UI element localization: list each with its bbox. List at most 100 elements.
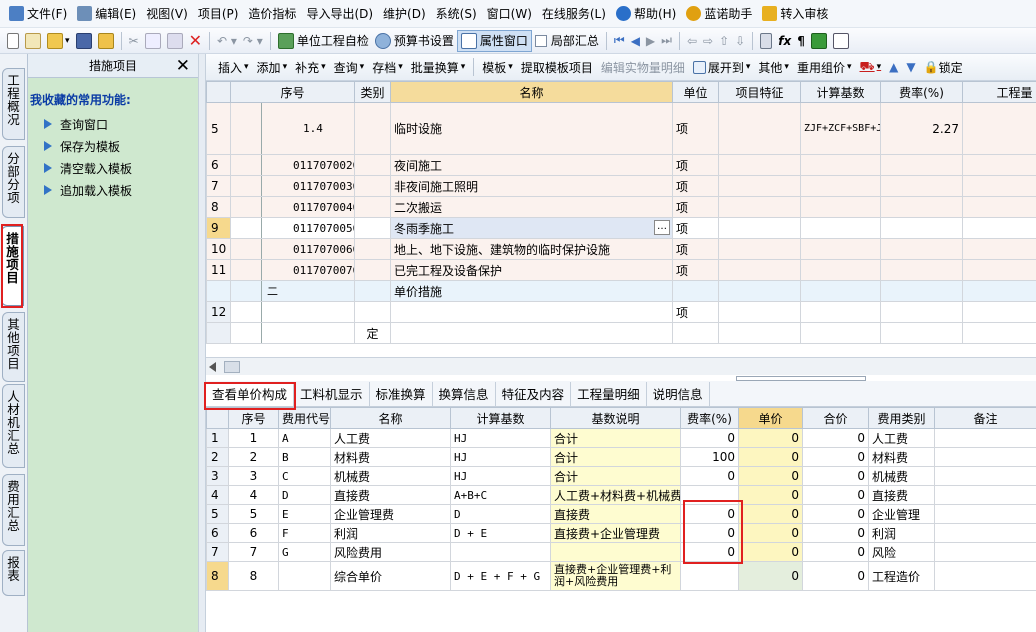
paste-icon[interactable]: [164, 30, 186, 52]
menu-item[interactable]: 窗口(W): [482, 2, 537, 26]
unit-price-cell-4[interactable]: HJ: [450, 466, 551, 486]
header-seq[interactable]: 序号: [230, 81, 355, 103]
unit-price-cell-1[interactable]: 8: [228, 561, 279, 591]
table-row[interactable]: 7 7 G 风险费用 0 0 0 风险: [206, 542, 1036, 562]
cell-rate[interactable]: [880, 238, 963, 260]
unit-price-cell-6[interactable]: [680, 561, 739, 591]
paragraph-icon[interactable]: ¶: [794, 30, 808, 52]
move-down-icon[interactable]: ▼: [902, 56, 919, 78]
fav-item-clear-load-template[interactable]: 清空载入模板: [28, 157, 198, 179]
table-row[interactable]: 12 项: [206, 301, 1036, 323]
cell-name[interactable]: [390, 301, 673, 323]
cell-qty[interactable]: [962, 280, 1036, 302]
menu-item[interactable]: 编辑(E): [72, 2, 141, 26]
unit-price-cell-1[interactable]: 7: [228, 542, 279, 562]
table-row[interactable]: 3 3 C 机械费 HJ 合计 0 0 0 机械费: [206, 466, 1036, 486]
cell-unit[interactable]: 项: [672, 217, 719, 239]
prev-record-icon[interactable]: ◀: [628, 30, 643, 52]
cell-cat[interactable]: [354, 217, 391, 239]
unit-price-cell-9[interactable]: 企业管理: [868, 504, 935, 524]
scroll-left-icon[interactable]: [209, 362, 216, 372]
unit-price-cell-5[interactable]: 合计: [550, 466, 681, 486]
cell-rate[interactable]: [880, 301, 963, 323]
tab-detail-2[interactable]: 标准换算: [370, 381, 433, 406]
table-row[interactable]: 7011707003001 非夜间施工照明项: [206, 175, 1036, 197]
unit-price-cell-4[interactable]: [450, 542, 551, 562]
tab-detail-5[interactable]: 工程量明细: [571, 381, 647, 406]
unit-price-cell-6[interactable]: 100: [680, 447, 739, 467]
unit-price-cell-9[interactable]: 人工费: [868, 428, 935, 448]
table-row[interactable]: 1 1 A 人工费 HJ 合计 0 0 0 人工费: [206, 428, 1036, 448]
cell-cat[interactable]: [354, 301, 391, 323]
cell-feature[interactable]: [718, 196, 801, 218]
cell-rate[interactable]: [880, 259, 963, 281]
unit-price-header-5[interactable]: 基数说明: [550, 407, 681, 429]
move-left-icon[interactable]: ⇦: [684, 30, 700, 52]
tab-cost-summary[interactable]: 费用汇总: [2, 474, 25, 546]
tab-measures[interactable]: 措施项目: [1, 226, 24, 306]
unit-price-cell-4[interactable]: A+B+C: [450, 485, 551, 505]
unit-price-cell-2[interactable]: [278, 561, 331, 591]
unit-price-cell-4[interactable]: HJ: [450, 428, 551, 448]
unit-price-cell-2[interactable]: A: [278, 428, 331, 448]
unit-price-cell-7[interactable]: 0: [738, 485, 803, 505]
unit-price-cell-3[interactable]: 综合单价: [330, 561, 451, 591]
reuse-price-button[interactable]: 重用组价 ▾: [793, 56, 856, 78]
cell-base[interactable]: [800, 154, 881, 176]
menu-item[interactable]: 转入审核: [757, 2, 833, 26]
cell-feature[interactable]: [718, 217, 801, 239]
cell-name[interactable]: 二次搬运: [390, 196, 673, 218]
list-icon[interactable]: [830, 30, 852, 52]
move-up-icon[interactable]: ▲: [885, 56, 902, 78]
cell-base[interactable]: ZJF+ZCF+SBF+JSCS_ZJF+JSCS_ZCF+JSCS_SBF: [800, 102, 881, 155]
first-record-icon[interactable]: ⏮: [611, 30, 628, 52]
tab-detail-0[interactable]: 查看单价构成: [206, 381, 295, 406]
template-button[interactable]: 模板 ▾: [478, 56, 517, 78]
cell-code[interactable]: 1.4: [230, 102, 355, 155]
insert-button[interactable]: 插入 ▾: [214, 56, 253, 78]
table-row[interactable]: 定: [206, 322, 1036, 344]
calculator-icon[interactable]: [757, 30, 775, 52]
horizontal-scrollbar[interactable]: [206, 357, 1036, 375]
unit-price-cell-10[interactable]: [934, 466, 1036, 486]
cell-unit[interactable]: [672, 280, 719, 302]
cell-rate[interactable]: [880, 280, 963, 302]
header-name[interactable]: 名称: [390, 81, 673, 103]
menu-item[interactable]: 项目(P): [193, 2, 244, 26]
row-number[interactable]: 9: [206, 217, 231, 239]
header-unit[interactable]: 单位: [672, 81, 719, 103]
cell-rate[interactable]: [880, 196, 963, 218]
unit-price-cell-5[interactable]: 直接费+企业管理费+利润+风险费用: [550, 561, 681, 591]
unit-price-cell-8[interactable]: 0: [802, 447, 869, 467]
cell-qty[interactable]: [962, 238, 1036, 260]
cell-qty[interactable]: [962, 301, 1036, 323]
unit-price-cell-8[interactable]: 0: [802, 504, 869, 524]
unit-price-cell-3[interactable]: 利润: [330, 523, 451, 543]
cell-name[interactable]: 临时设施: [390, 102, 673, 155]
edit-quantity-button[interactable]: 编辑实物量明细: [597, 56, 689, 78]
unit-price-cell-6[interactable]: 0: [680, 428, 739, 448]
cell-qty[interactable]: [962, 217, 1036, 239]
cut-icon[interactable]: ✂: [126, 30, 142, 52]
unit-price-cell-6[interactable]: 0: [680, 466, 739, 486]
unit-price-cell-8[interactable]: 0: [802, 428, 869, 448]
unit-price-cell-2[interactable]: B: [278, 447, 331, 467]
archive-button[interactable]: 存档 ▾: [368, 56, 407, 78]
table-row[interactable]: 4 4 D 直接费 A+B+C 人工费+材料费+机械费 0 0 直接费: [206, 485, 1036, 505]
menu-item[interactable]: 在线服务(L): [537, 2, 611, 26]
unit-price-header-7[interactable]: 单价: [738, 407, 803, 429]
cell-qty[interactable]: [962, 175, 1036, 197]
unit-price-cell-9[interactable]: 材料费: [868, 447, 935, 467]
cell-feature[interactable]: [718, 301, 801, 323]
unit-price-cell-3[interactable]: 人工费: [330, 428, 451, 448]
cell-cat[interactable]: [354, 238, 391, 260]
row-number[interactable]: 8: [206, 196, 231, 218]
cell-feature[interactable]: [718, 280, 801, 302]
unit-price-cell-8[interactable]: 0: [802, 523, 869, 543]
add-button[interactable]: 添加 ▾: [253, 56, 292, 78]
unit-price-cell-7[interactable]: 0: [738, 561, 803, 591]
cell-qty[interactable]: [962, 259, 1036, 281]
cell-unit[interactable]: [672, 322, 719, 344]
cell-unit[interactable]: 项: [672, 259, 719, 281]
cell-rate[interactable]: [880, 154, 963, 176]
